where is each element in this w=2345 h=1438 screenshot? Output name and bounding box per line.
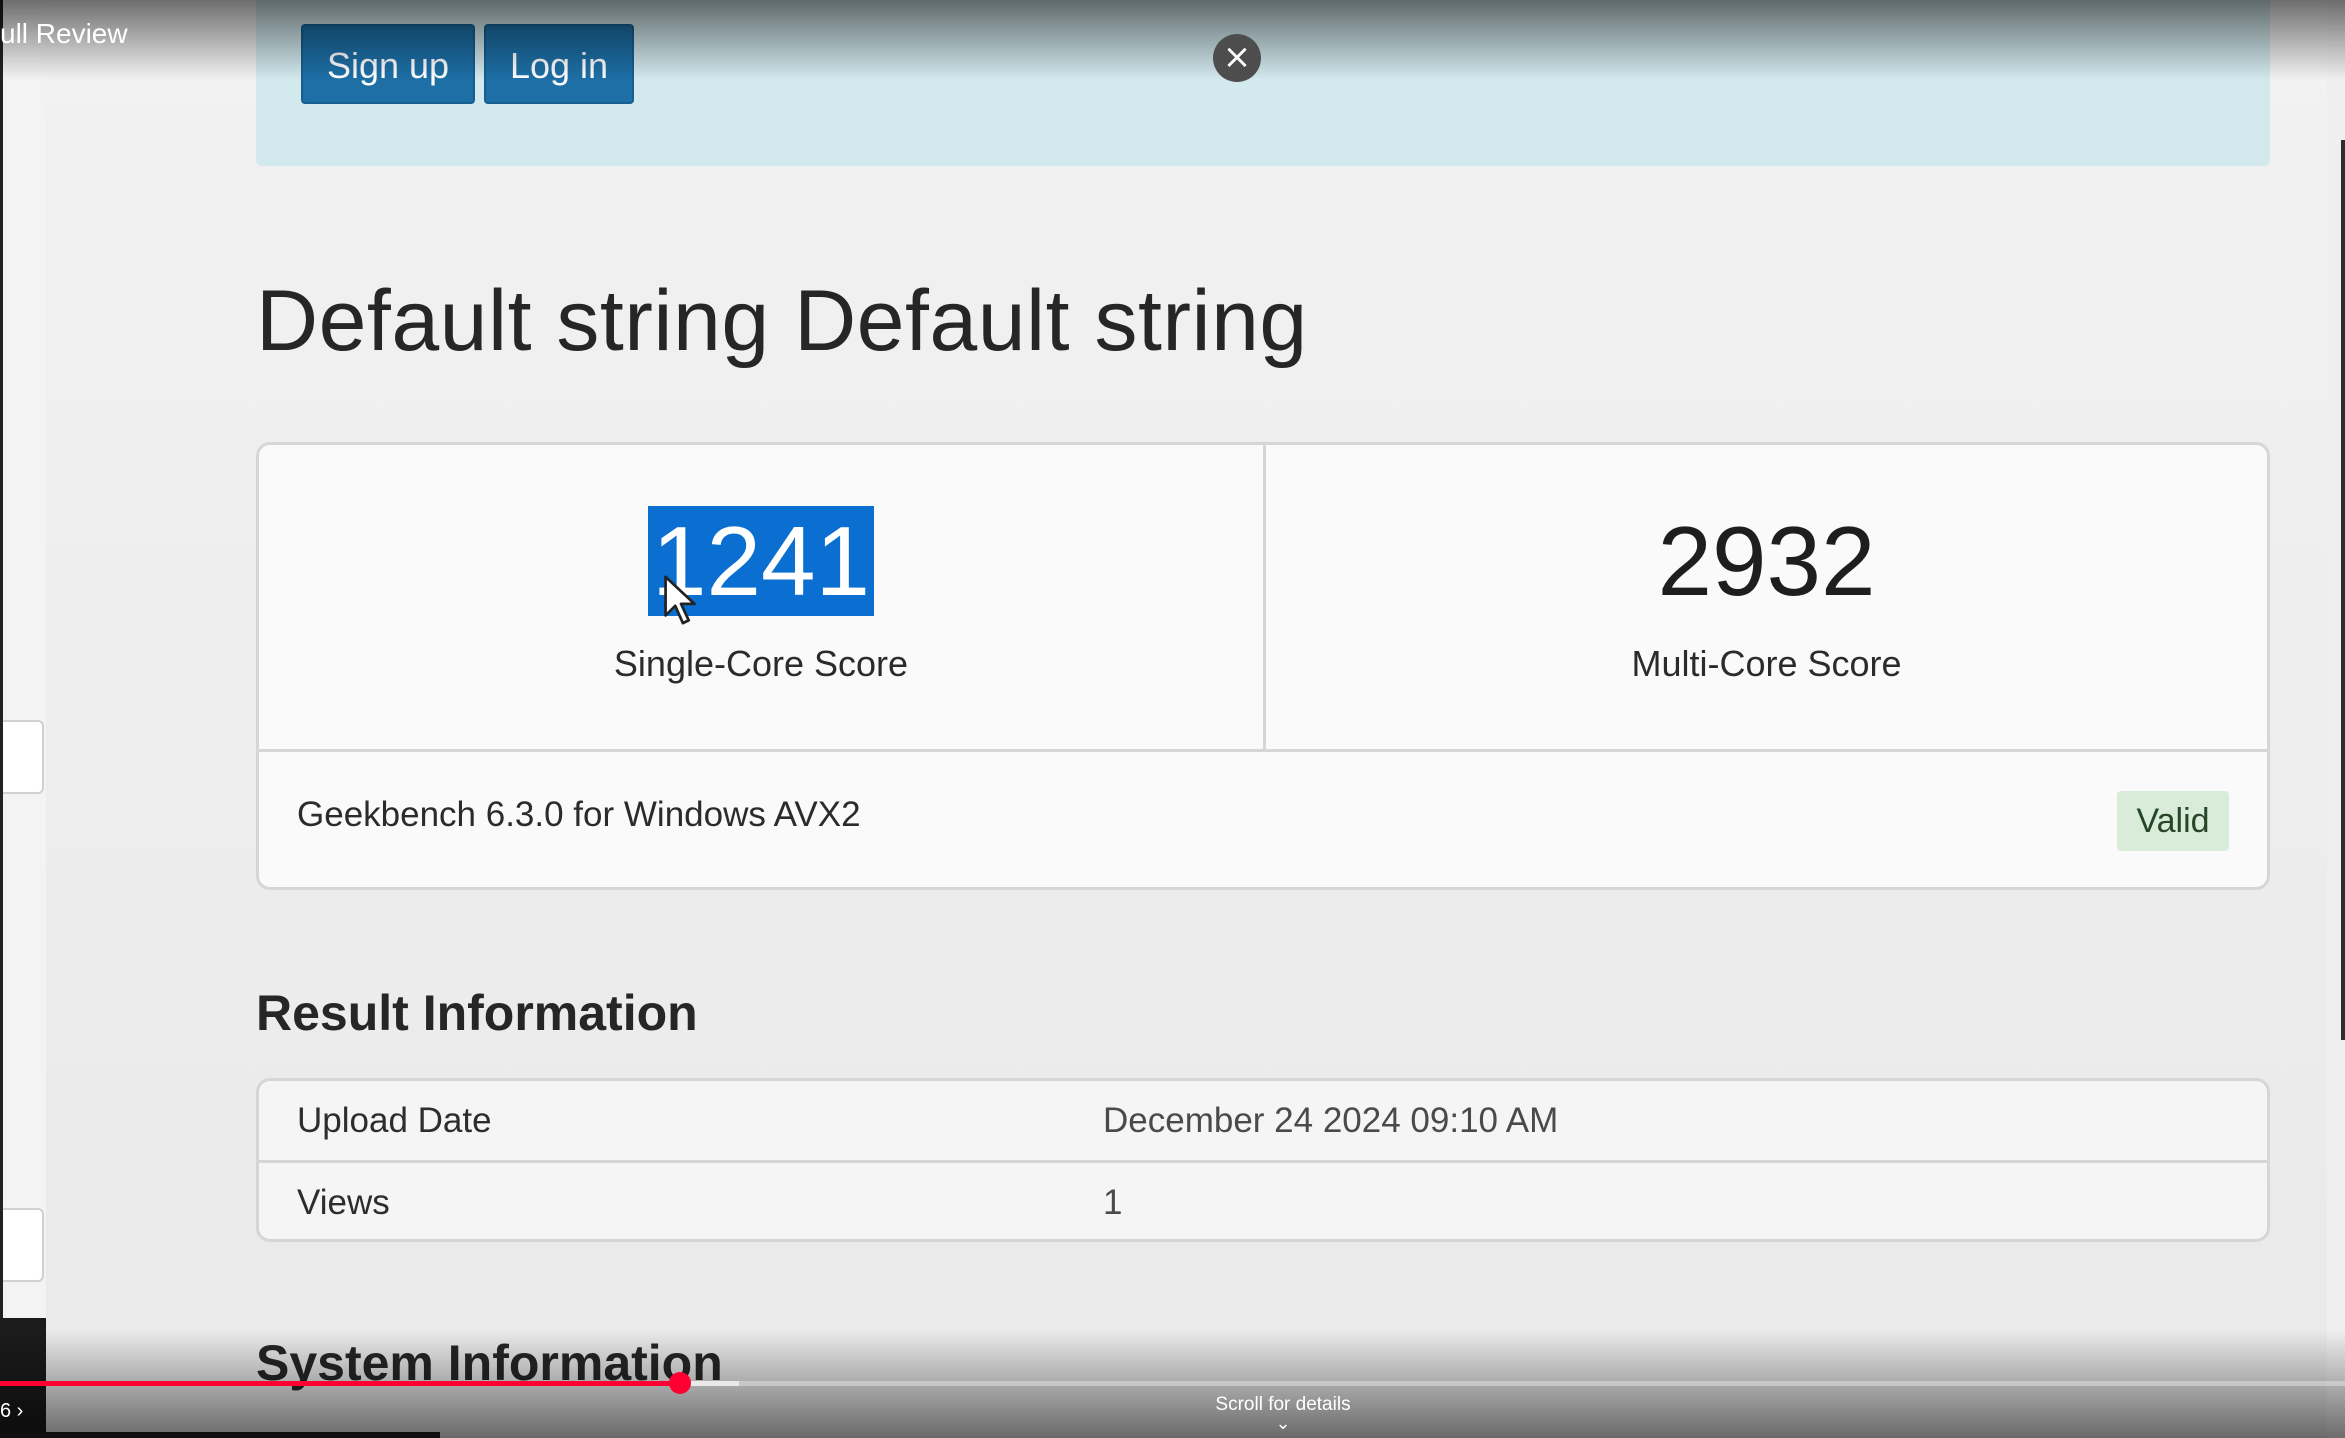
time-display[interactable]: 6 › (0, 1400, 23, 1423)
row-value: 1 (1103, 1183, 1123, 1222)
video-title[interactable]: ull Review (0, 18, 128, 50)
right-edge-line (2341, 140, 2345, 1040)
sign-up-button[interactable]: Sign up (301, 24, 475, 104)
single-core-cell: 1241 Single-Core Score (259, 445, 1263, 749)
multi-core-score: 2932 (1657, 506, 1876, 616)
auth-banner: Sign up Log in (256, 0, 2270, 166)
progress-scrubber-handle[interactable] (669, 1372, 692, 1394)
row-key: Upload Date (297, 1101, 492, 1140)
left-panel-segment (0, 720, 44, 794)
browser-page: Sign up Log in Default string Default st… (46, 0, 2327, 1438)
left-background-panel (0, 0, 48, 1438)
single-core-label: Single-Core Score (613, 643, 909, 684)
single-core-score: 1241 (259, 506, 1263, 616)
chevron-down-icon[interactable]: ⌄ (1271, 1414, 1295, 1432)
row-key: Views (297, 1183, 390, 1222)
multi-core-label: Multi-Core Score (1631, 643, 1902, 684)
result-information-heading: Result Information (256, 985, 698, 1041)
left-panel-segment (0, 1208, 44, 1282)
score-card: 1241 Single-Core Score 2932 Multi-Core S… (256, 442, 2270, 890)
left-edge-strip (0, 0, 3, 1438)
multi-core-cell: 2932 Multi-Core Score (1266, 445, 2267, 749)
video-progress-bar[interactable] (0, 1381, 2345, 1386)
row-value: December 24 2024 09:10 AM (1103, 1101, 1559, 1140)
progress-played (0, 1381, 681, 1386)
video-frame: Sign up Log in Default string Default st… (0, 0, 2345, 1438)
page-title: Default string Default string (256, 273, 1308, 369)
status-badge: Valid (2117, 791, 2229, 851)
result-information-table: Upload Date December 24 2024 09:10 AM Vi… (256, 1078, 2270, 1242)
mouse-cursor-icon (664, 575, 696, 625)
score-divider-horizontal (259, 749, 2267, 752)
log-in-button[interactable]: Log in (484, 24, 634, 104)
close-icon[interactable]: × (1213, 34, 1261, 82)
benchmark-version: Geekbench 6.3.0 for Windows AVX2 (297, 795, 861, 834)
table-row: Upload Date December 24 2024 09:10 AM (259, 1081, 2267, 1163)
table-row: Views 1 (259, 1163, 2267, 1242)
bottom-dark-bar (0, 1432, 440, 1438)
